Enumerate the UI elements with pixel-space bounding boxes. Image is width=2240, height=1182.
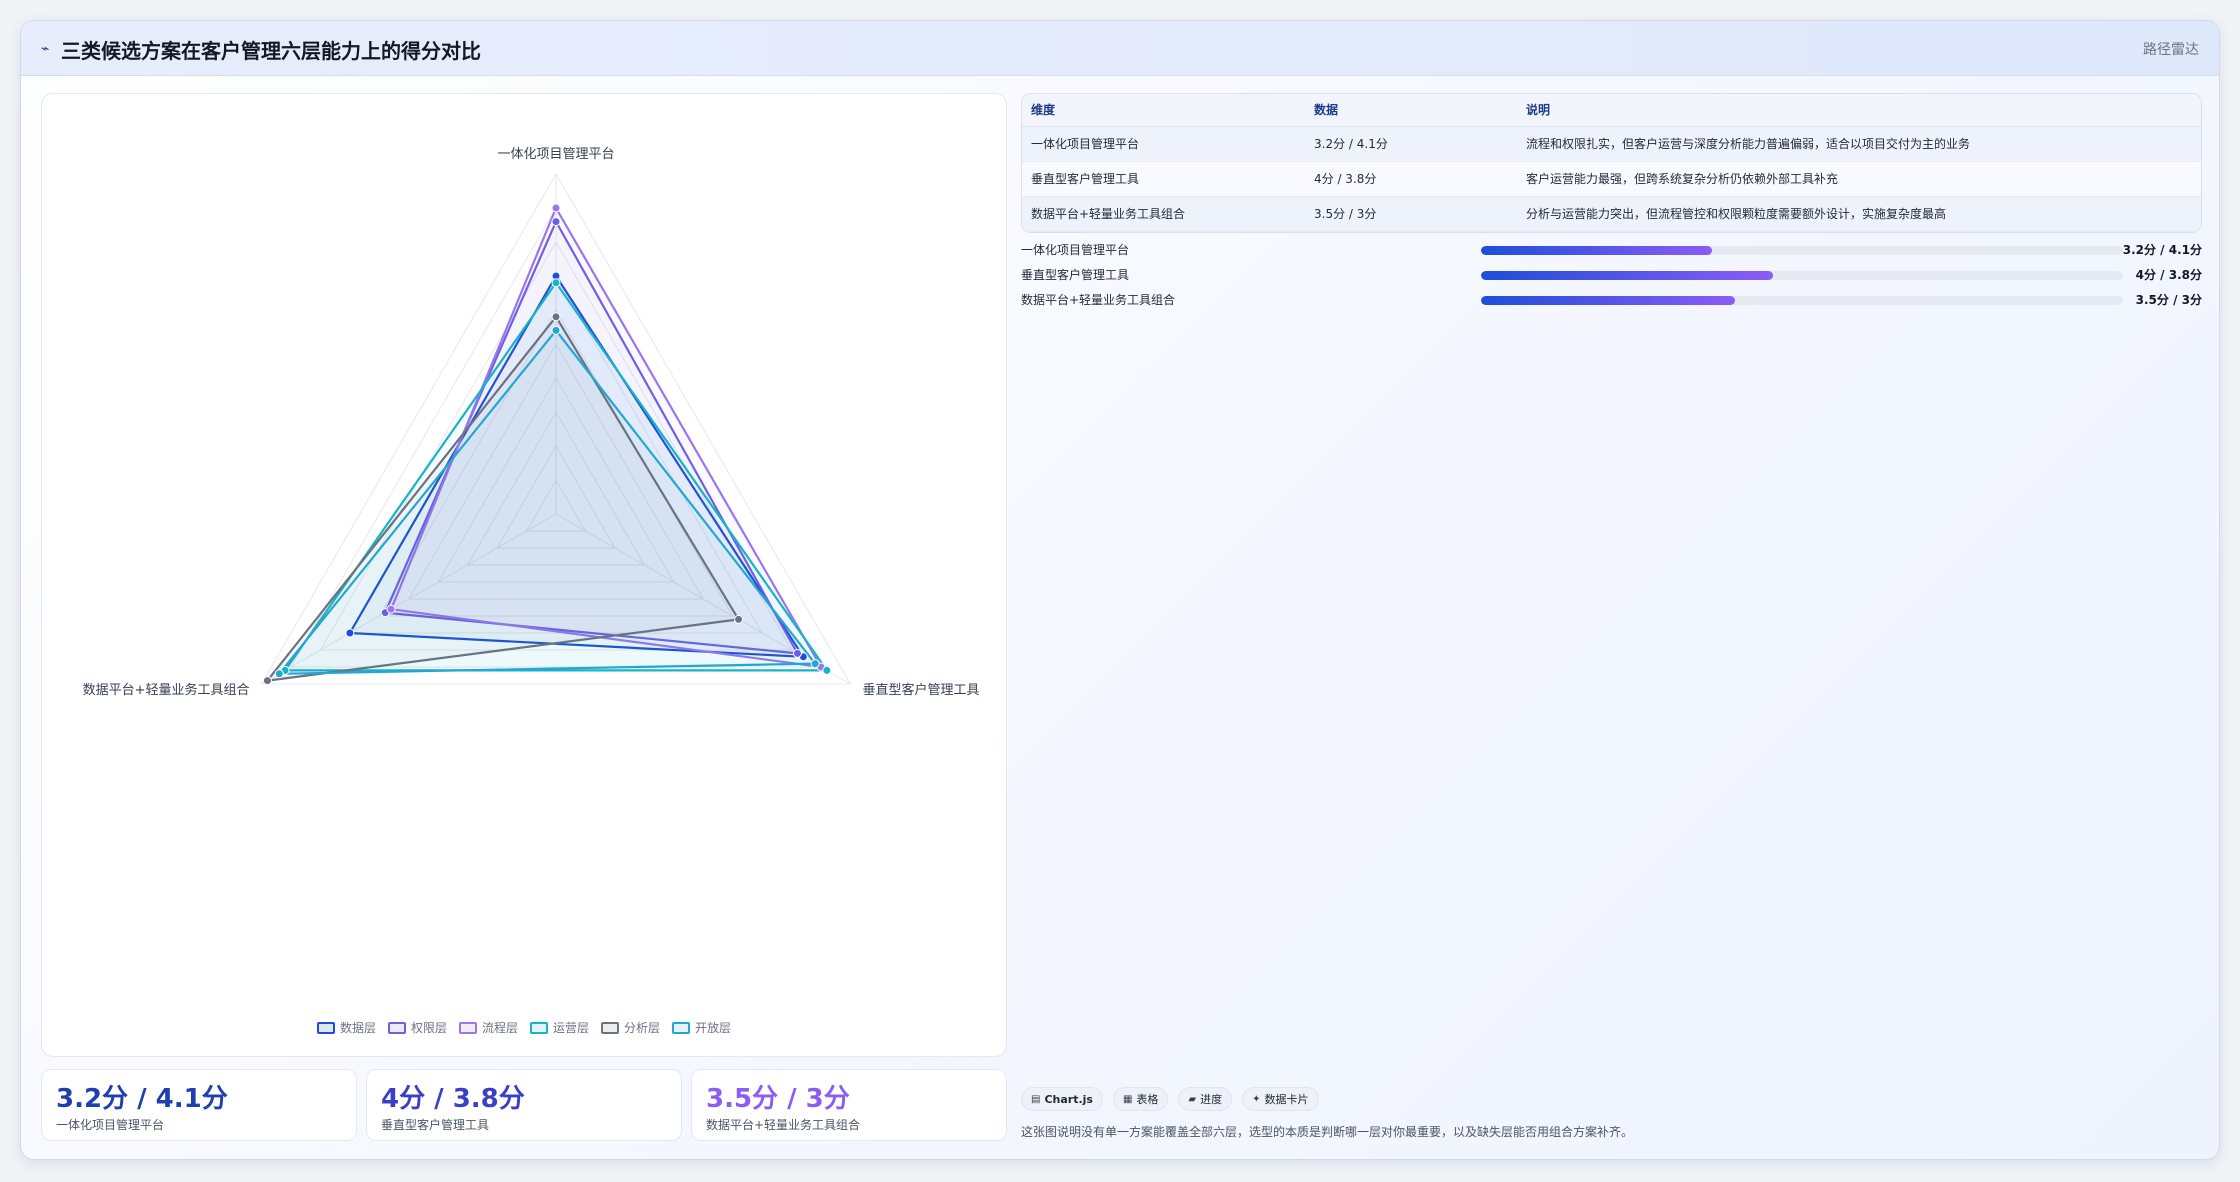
table-row: 一体化项目管理平台 3.2分 / 4.1分 流程和权限扎实，但客户运营与深度分析…: [1022, 126, 2201, 162]
data-point: [734, 614, 744, 624]
page-title: 三类候选方案在客户管理六层能力上的得分对比: [61, 39, 481, 63]
chip-table[interactable]: ▦ 表格: [1112, 1087, 1169, 1111]
sparkle-icon: ✦: [1252, 1093, 1261, 1105]
data-point: [386, 604, 396, 614]
legend-swatch: [316, 1021, 335, 1034]
legend-swatch: [458, 1021, 477, 1034]
table-cell: 一体化项目管理平台: [1022, 126, 1305, 162]
column-header: 说明: [1517, 94, 2201, 127]
legend-label: 开放层: [695, 1021, 732, 1035]
axis-label: 一体化项目管理平台: [497, 147, 614, 162]
chip-label: Chart.js: [1044, 1092, 1093, 1106]
column-header: 维度: [1022, 94, 1305, 127]
chip-data-card[interactable]: ✦ 数据卡片: [1242, 1087, 1319, 1111]
card-header: ⌁ 三类候选方案在客户管理六层能力上的得分对比 路径雷达: [21, 21, 2219, 76]
data-point: [822, 665, 832, 675]
data-table: 维度 数据 说明 一体化项目管理平台 3.2分 / 4.1分 流程和权限扎实，但…: [1021, 93, 2202, 233]
progress-fill: [1481, 246, 1713, 255]
table-header-row: 维度 数据 说明: [1022, 94, 2201, 127]
legend-item-permission[interactable]: 权限层: [387, 1019, 447, 1036]
legend-swatch: [672, 1021, 691, 1034]
legend-item-analysis[interactable]: 分析层: [601, 1019, 660, 1036]
table-cell: 数据平台+轻量业务工具组合: [1022, 196, 1305, 232]
table-cell: 3.5分 / 3分: [1305, 196, 1517, 232]
series-line: [278, 329, 817, 675]
legend-item-process[interactable]: 流程层: [458, 1019, 518, 1036]
chip-bar: ▤ Chart.js ▦ 表格 ▰ 进度 ✦ 数据卡片: [1021, 1087, 1319, 1111]
data-point: [551, 203, 561, 213]
stat-label: 垂直型客户管理工具: [381, 1118, 490, 1132]
progress-track: [1481, 296, 2123, 305]
column-header: 数据: [1305, 94, 1517, 127]
legend-swatch: [530, 1021, 548, 1034]
data-point: [551, 312, 561, 322]
table-cell: 3.2分 / 4.1分: [1305, 126, 1517, 162]
chip-label: 数据卡片: [1264, 1093, 1309, 1106]
chip-label: 进度: [1200, 1093, 1223, 1106]
data-point: [551, 217, 561, 227]
data-point: [345, 628, 355, 638]
data-point: [810, 659, 820, 669]
legend-label: 分析层: [624, 1021, 661, 1035]
stat-value: 3.2分 / 4.1分: [56, 1084, 228, 1114]
chip-progress[interactable]: ▰ 进度: [1178, 1087, 1233, 1111]
progress-fill: [1481, 271, 1774, 280]
stat-card-vertical: 4分 / 3.8分 垂直型客户管理工具: [366, 1069, 682, 1141]
header-tag: 路径雷达: [2143, 42, 2199, 58]
table-cell: 分析与运营能力突出，但流程管控和权限颗粒度需要额外设计，实施复杂度最高: [1517, 196, 2201, 232]
progress-row: 垂直型客户管理工具 4分 / 3.8分: [1021, 266, 2202, 284]
data-point: [551, 278, 561, 288]
progress-track: [1481, 246, 2123, 255]
legend-label: 权限层: [410, 1021, 447, 1035]
progress-row: 数据平台+轻量业务工具组合 3.5分 / 3分: [1021, 291, 2202, 309]
data-point: [792, 648, 802, 658]
progress-label: 数据平台+轻量业务工具组合: [1021, 293, 1176, 307]
stat-card-combo: 3.5分 / 3分 数据平台+轻量业务工具组合: [691, 1069, 1007, 1141]
legend-swatch: [601, 1021, 620, 1034]
legend-label: 流程层: [481, 1021, 518, 1035]
table-cell: 客户运营能力最强，但跨系统复杂分析仍依赖外部工具补充: [1517, 161, 2201, 197]
progress-value: 4分 / 3.8分: [2135, 268, 2202, 282]
chart-legend: 数据层 权限层 流程层 运营层 分析层 开放层: [42, 1019, 1006, 1036]
radar-chart: 一体化项目管理平台垂直型客户管理工具 数据平台+轻量业务工具组合: [83, 147, 980, 698]
legend-label: 运营层: [553, 1021, 590, 1035]
axis-label: 垂直型客户管理工具: [862, 682, 979, 698]
progress-track: [1481, 271, 2123, 280]
report-card: ⌁ 三类候选方案在客户管理六层能力上的得分对比 路径雷达 一体化项目管理平台 垂直…: [20, 20, 2220, 1160]
stat-value: 4分 / 3.8分: [381, 1084, 525, 1114]
table-cell: 垂直型客户管理工具: [1022, 161, 1305, 197]
progress-label: 垂直型客户管理工具: [1021, 268, 1130, 282]
progress-icon: ▰: [1188, 1093, 1197, 1105]
data-point: [551, 325, 561, 335]
progress-label: 一体化项目管理平台: [1021, 243, 1130, 257]
data-point: [274, 669, 284, 679]
chip-chartjs[interactable]: ▤ Chart.js: [1021, 1087, 1103, 1111]
table-icon: ▦: [1122, 1093, 1133, 1105]
stat-label: 数据平台+轻量业务工具组合: [706, 1118, 861, 1132]
grid-icon: ▤: [1031, 1093, 1041, 1105]
legend-swatch: [387, 1021, 406, 1034]
table-row: 垂直型客户管理工具 4分 / 3.8分 客户运营能力最强，但跨系统复杂分析仍依赖…: [1022, 161, 2201, 197]
axis-label: 数据平台+轻量业务工具组合: [83, 682, 250, 698]
footnote: 这张图说明没有单一方案能覆盖全部六层，选型的本质是判断哪一层对你最重要，以及缺失…: [1021, 1125, 1634, 1139]
stat-card-integrated: 3.2分 / 4.1分 一体化项目管理平台: [41, 1069, 357, 1141]
stat-label: 一体化项目管理平台: [56, 1118, 165, 1132]
legend-label: 数据层: [339, 1021, 376, 1035]
legend-item-open[interactable]: 开放层: [672, 1019, 731, 1036]
progress-value: 3.5分 / 3分: [2135, 293, 2202, 307]
trend-line-icon: ⌁: [41, 41, 50, 57]
radar-chart-panel: 一体化项目管理平台垂直型客户管理工具 数据平台+轻量业务工具组合 数据层 权限层 …: [41, 93, 1007, 1057]
chip-label: 表格: [1136, 1093, 1159, 1106]
data-point: [262, 676, 272, 686]
table-row: 数据平台+轻量业务工具组合 3.5分 / 3分 分析与运营能力突出，但流程管控和…: [1022, 196, 2201, 232]
progress-value: 3.2分 / 4.1分: [2122, 243, 2202, 257]
table-cell: 流程和权限扎实，但客户运营与深度分析能力普遍偏弱，适合以项目交付为主的业务: [1517, 126, 2201, 162]
table-cell: 4分 / 3.8分: [1305, 161, 1517, 197]
legend-item-data[interactable]: 数据层: [316, 1019, 376, 1036]
stat-value: 3.5分 / 3分: [706, 1084, 850, 1114]
progress-fill: [1481, 296, 1735, 305]
progress-row: 一体化项目管理平台 3.2分 / 4.1分: [1021, 241, 2202, 259]
legend-item-operation[interactable]: 运营层: [530, 1019, 589, 1036]
